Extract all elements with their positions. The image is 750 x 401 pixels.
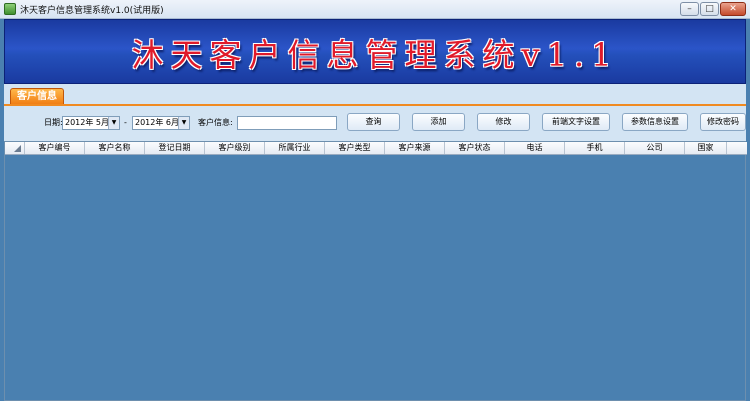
- close-button[interactable]: ✕: [720, 2, 746, 16]
- param-settings-button[interactable]: 参数信息设置: [622, 113, 688, 131]
- chevron-down-icon[interactable]: ▼: [108, 117, 119, 129]
- column-header-customer-status[interactable]: 客户状态: [445, 142, 505, 154]
- column-header-company[interactable]: 公司: [625, 142, 685, 154]
- table-header: 客户编号 客户名称 登记日期 客户级别 所属行业 客户类型 客户来源 客户状态 …: [5, 142, 747, 155]
- column-header-country[interactable]: 国家: [685, 142, 727, 154]
- change-password-button[interactable]: 修改密码: [700, 113, 746, 131]
- title-bar: 沐天客户信息管理系统v1.0(试用版) – □ ✕: [0, 0, 750, 19]
- customer-info-label: 客户信息:: [198, 118, 233, 127]
- app-icon: [4, 3, 16, 15]
- date-from-picker[interactable]: 2012年 5月 7日 ▼: [62, 116, 120, 130]
- edit-button[interactable]: 修改: [477, 113, 530, 131]
- customer-table[interactable]: 客户编号 客户名称 登记日期 客户级别 所属行业 客户类型 客户来源 客户状态 …: [4, 141, 747, 401]
- column-header-customer-type[interactable]: 客户类型: [325, 142, 385, 154]
- text-settings-button[interactable]: 前端文字设置: [542, 113, 610, 131]
- date-label: 日期:: [44, 118, 63, 127]
- column-header-register-date[interactable]: 登记日期: [145, 142, 205, 154]
- minimize-button[interactable]: –: [680, 2, 699, 16]
- column-header-customer-level[interactable]: 客户级别: [205, 142, 265, 154]
- maximize-button[interactable]: □: [700, 2, 719, 16]
- date-to-picker[interactable]: 2012年 6月 6日 ▼: [132, 116, 190, 130]
- column-header-customer-source[interactable]: 客户来源: [385, 142, 445, 154]
- select-all-corner[interactable]: [5, 142, 25, 154]
- customer-info-input[interactable]: [237, 116, 337, 130]
- tab-customer-info[interactable]: 客户信息: [10, 88, 64, 105]
- column-header-industry[interactable]: 所属行业: [265, 142, 325, 154]
- banner-title: 沐天客户信息管理系统v1.1: [131, 36, 619, 74]
- corner-triangle-icon: [14, 145, 21, 152]
- column-header-customer-name[interactable]: 客户名称: [85, 142, 145, 154]
- query-button[interactable]: 查询: [347, 113, 400, 131]
- filter-toolbar: 日期: 2012年 5月 7日 ▼ - 2012年 6月 6日 ▼ 客户信息: …: [4, 106, 746, 138]
- window-title: 沐天客户信息管理系统v1.0(试用版): [20, 6, 164, 16]
- chevron-down-icon[interactable]: ▼: [178, 117, 189, 129]
- column-header-phone[interactable]: 电话: [505, 142, 565, 154]
- app-banner: 沐天客户信息管理系统v1.1: [4, 19, 746, 84]
- date-separator: -: [124, 118, 127, 127]
- column-header-customer-id[interactable]: 客户编号: [25, 142, 85, 154]
- window-controls: – □ ✕: [679, 2, 746, 16]
- add-button[interactable]: 添加: [412, 113, 465, 131]
- column-header-mobile[interactable]: 手机: [565, 142, 625, 154]
